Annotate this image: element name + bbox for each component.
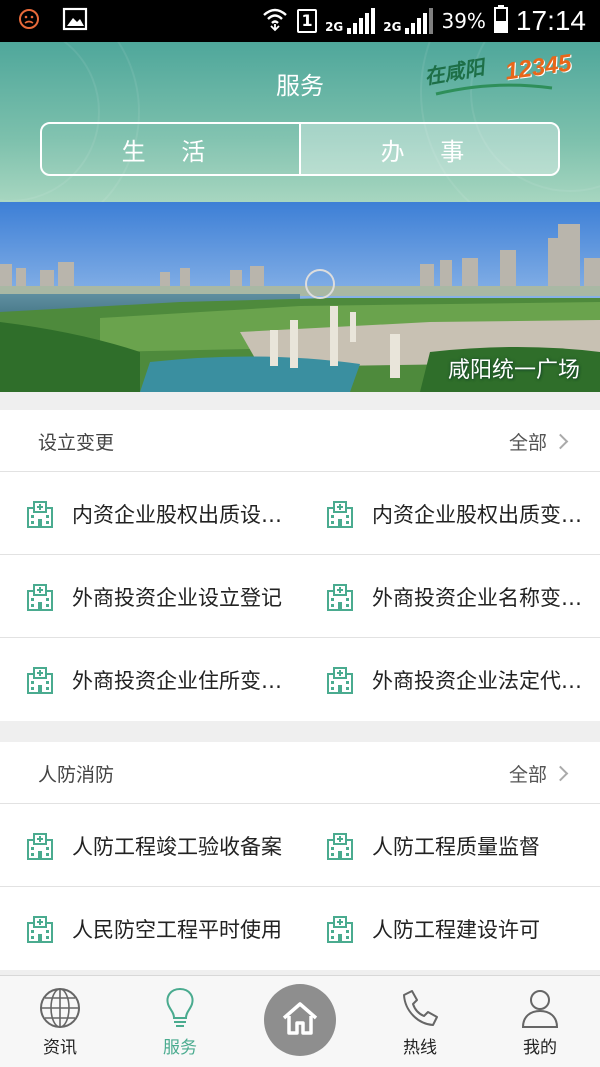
tab-affairs[interactable]: 办 事 bbox=[299, 124, 558, 174]
gallery-icon bbox=[62, 7, 88, 35]
segmented-tabs: 生 活 办 事 bbox=[40, 122, 560, 176]
service-row: 外商投资企业设立登记 外商投资企业名称变… bbox=[0, 555, 600, 638]
battery-percent: 39% bbox=[441, 9, 486, 33]
nav-services[interactable]: 服务 bbox=[120, 976, 240, 1067]
nav-hotline[interactable]: 热线 bbox=[360, 976, 480, 1067]
section-header: 人防消防 全部 bbox=[0, 742, 600, 804]
status-bar: 1 2G 2G 39% 17:14 bbox=[0, 0, 600, 42]
chevron-right-icon bbox=[552, 433, 569, 450]
building-icon bbox=[26, 915, 54, 943]
chevron-right-icon bbox=[552, 765, 569, 782]
building-icon bbox=[26, 500, 54, 528]
home-button[interactable] bbox=[264, 984, 336, 1056]
signal-icon: 2G bbox=[325, 8, 376, 34]
section-title: 设立变更 bbox=[38, 432, 115, 454]
section-civil-defense: 人防消防 全部 人防工程竣工验收备案 人防工程质量监督 人民防空工程平时使用 人… bbox=[0, 742, 600, 970]
bottom-nav: 资讯 服务 热线 我的 bbox=[0, 975, 600, 1067]
service-item[interactable]: 人防工程质量监督 bbox=[326, 804, 600, 887]
building-icon bbox=[326, 915, 354, 943]
building-icon bbox=[326, 832, 354, 860]
battery-icon bbox=[493, 5, 508, 37]
section-header: 设立变更 全部 bbox=[0, 410, 600, 472]
lightbulb-icon bbox=[158, 986, 202, 1030]
building-icon bbox=[26, 583, 54, 611]
service-item[interactable]: 人民防空工程平时使用 bbox=[26, 887, 316, 970]
section-setup-change: 设立变更 全部 内资企业股权出质设… 内资企业股权出质变… 外商投资企业设立登记… bbox=[0, 410, 600, 721]
view-all-button[interactable]: 全部 bbox=[509, 428, 569, 455]
brand-logo: 在咸阳 12345 bbox=[423, 49, 573, 102]
building-icon bbox=[26, 832, 54, 860]
notification-face-icon bbox=[18, 8, 40, 34]
user-icon bbox=[518, 986, 562, 1030]
service-row: 外商投资企业住所变… 外商投资企业法定代… bbox=[0, 638, 600, 721]
phone-icon bbox=[398, 986, 442, 1030]
service-row: 人防工程竣工验收备案 人防工程质量监督 bbox=[0, 804, 600, 887]
wifi-icon bbox=[261, 6, 289, 36]
nav-news[interactable]: 资讯 bbox=[0, 976, 120, 1067]
service-item[interactable]: 人防工程竣工验收备案 bbox=[26, 804, 316, 887]
service-item[interactable]: 人防工程建设许可 bbox=[326, 887, 600, 970]
service-item[interactable]: 外商投资企业设立登记 bbox=[26, 555, 316, 638]
service-item[interactable]: 内资企业股权出质变… bbox=[326, 472, 600, 555]
clock: 17:14 bbox=[515, 5, 586, 36]
service-item[interactable]: 外商投资企业法定代… bbox=[326, 638, 600, 721]
sim-slot-indicator: 1 bbox=[297, 9, 318, 33]
header: 服务 在咸阳 12345 生 活 办 事 bbox=[0, 42, 600, 202]
tab-life[interactable]: 生 活 bbox=[42, 124, 299, 174]
service-item[interactable]: 内资企业股权出质设… bbox=[26, 472, 316, 555]
globe-icon bbox=[38, 986, 82, 1030]
building-icon bbox=[326, 666, 354, 694]
signal-icon-2: 2G bbox=[383, 8, 434, 34]
view-all-button[interactable]: 全部 bbox=[509, 760, 569, 787]
service-row: 人民防空工程平时使用 人防工程建设许可 bbox=[0, 887, 600, 970]
home-icon bbox=[280, 1000, 320, 1040]
building-icon bbox=[26, 666, 54, 694]
banner-image[interactable]: 咸阳统一广场 bbox=[0, 202, 600, 392]
building-icon bbox=[326, 583, 354, 611]
banner-caption: 咸阳统一广场 bbox=[447, 358, 580, 383]
nav-profile[interactable]: 我的 bbox=[480, 976, 600, 1067]
building-icon bbox=[326, 500, 354, 528]
service-item[interactable]: 外商投资企业住所变… bbox=[26, 638, 316, 721]
service-row: 内资企业股权出质设… 内资企业股权出质变… bbox=[0, 472, 600, 555]
section-title: 人防消防 bbox=[38, 764, 115, 786]
service-item[interactable]: 外商投资企业名称变… bbox=[326, 555, 600, 638]
